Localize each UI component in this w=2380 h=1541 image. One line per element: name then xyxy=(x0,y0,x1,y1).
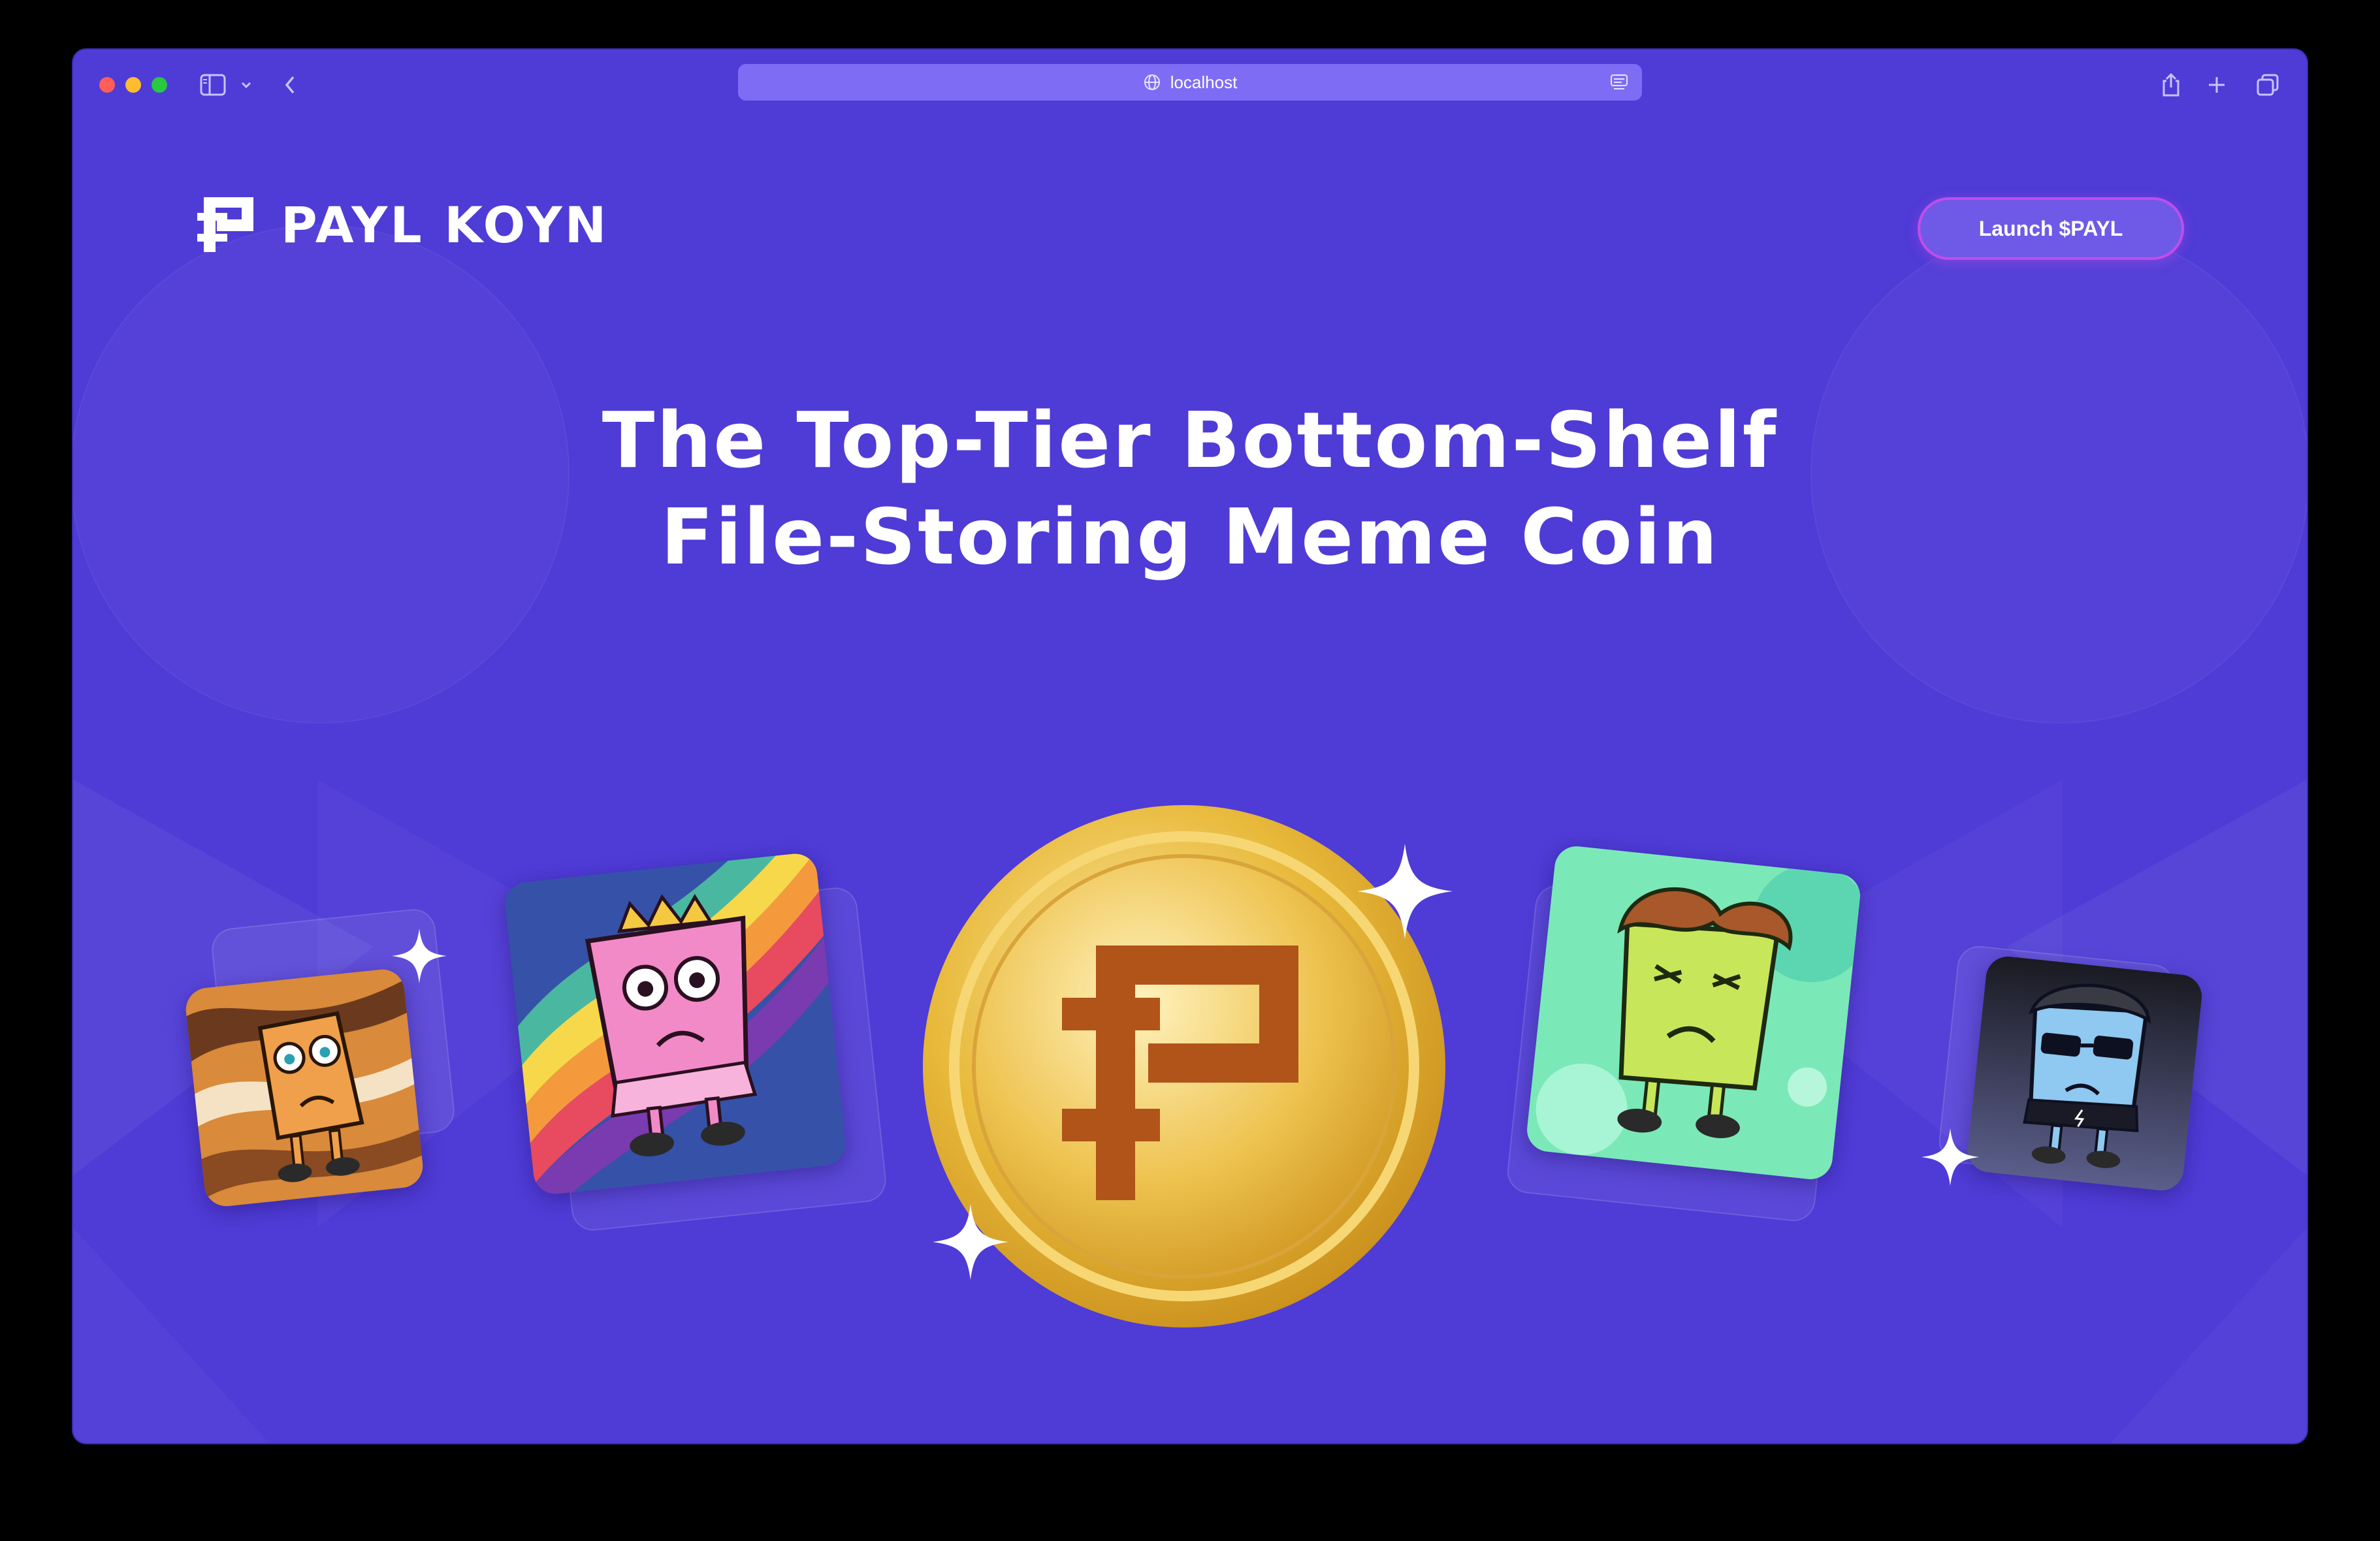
hero-title-line-1: The Top-Tier Bottom-Shelf xyxy=(602,395,1778,485)
launch-payl-button[interactable]: Launch $PAYL xyxy=(1918,197,2184,260)
sidebar-toggle-icon[interactable] xyxy=(200,69,226,101)
tab-overview-icon[interactable] xyxy=(2256,69,2279,101)
payl-logo-icon xyxy=(197,197,253,252)
brand-name: PAYL KOYN xyxy=(281,195,609,254)
minimize-window-button[interactable] xyxy=(125,77,141,93)
green-character-card[interactable] xyxy=(1524,844,1863,1182)
reader-mode-icon[interactable] xyxy=(1609,73,1629,97)
browser-window: localhost PAYL KOYN Launch $PAYL The Top… xyxy=(73,50,2307,1443)
brand-logo[interactable]: PAYL KOYN xyxy=(197,193,609,256)
chevron-down-icon[interactable] xyxy=(240,69,252,101)
blue-file-character-icon xyxy=(1965,954,2204,1193)
green-file-character-icon xyxy=(1524,844,1863,1182)
close-window-button[interactable] xyxy=(99,77,115,93)
share-icon[interactable] xyxy=(2161,69,2181,101)
hero-title: The Top-Tier Bottom-Shelf File-Storing M… xyxy=(73,392,2307,585)
globe-icon xyxy=(1143,73,1161,91)
back-icon[interactable] xyxy=(283,69,297,101)
browser-titlebar: localhost xyxy=(73,50,2307,118)
sparkle-icon xyxy=(933,1204,1008,1280)
new-tab-icon[interactable] xyxy=(2206,69,2227,101)
sparkle-icon xyxy=(1922,1128,1979,1186)
cool-character-card[interactable] xyxy=(1965,954,2204,1193)
page-content: PAYL KOYN Launch $PAYL The Top-Tier Bott… xyxy=(73,118,2307,1443)
address-bar[interactable]: localhost xyxy=(738,64,1642,101)
pink-file-character-icon xyxy=(503,851,848,1196)
orange-file-character-icon xyxy=(184,967,425,1209)
hero-title-line-2: File-Storing Meme Coin xyxy=(660,492,1720,582)
url-text: localhost xyxy=(1170,72,1238,92)
sparkle-icon xyxy=(392,929,447,983)
maximize-window-button[interactable] xyxy=(152,77,167,93)
pink-character-card[interactable] xyxy=(503,851,848,1196)
sparkle-icon xyxy=(1357,844,1453,939)
orange-character-card[interactable] xyxy=(184,967,425,1209)
